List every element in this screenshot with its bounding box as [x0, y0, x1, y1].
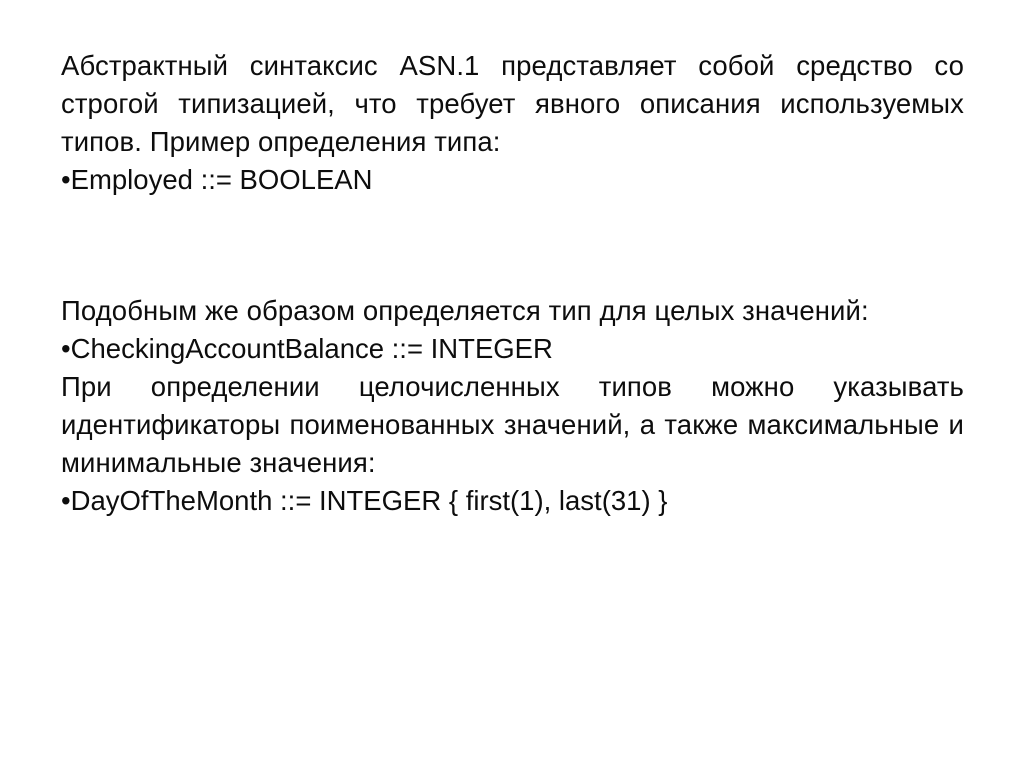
- bullet-item-checking-account-balance-label: CheckingAccountBalance ::= INTEGER: [70, 333, 553, 364]
- bullet-item-employed-label: Employed ::= BOOLEAN: [70, 164, 373, 195]
- paragraph-named-values: При определении целочисленных типов можн…: [61, 371, 964, 478]
- bullet-dot-icon: •: [61, 164, 71, 195]
- bullet-item-day-of-the-month: •DayOfTheMonth ::= INTEGER { first(1), l…: [61, 482, 964, 520]
- slide-canvas: Абстрактный синтаксис ASN.1 представляет…: [0, 0, 1024, 768]
- paragraph-asn1-intro: Абстрактный синтаксис ASN.1 представляет…: [61, 50, 964, 157]
- bullet-dot-icon: •: [61, 333, 71, 364]
- slide-body-text: Абстрактный синтаксис ASN.1 представляет…: [61, 47, 964, 520]
- bullet-dot-icon: •: [61, 485, 71, 516]
- paragraph-integer-intro: Подобным же образом определяется тип для…: [61, 295, 869, 326]
- bullet-item-checking-account-balance: •CheckingAccountBalance ::= INTEGER: [61, 330, 964, 368]
- bullet-item-day-of-the-month-label: DayOfTheMonth ::= INTEGER { first(1), la…: [70, 485, 668, 516]
- blank-line-spacer: [61, 227, 964, 265]
- bullet-item-employed: •Employed ::= BOOLEAN: [61, 161, 964, 199]
